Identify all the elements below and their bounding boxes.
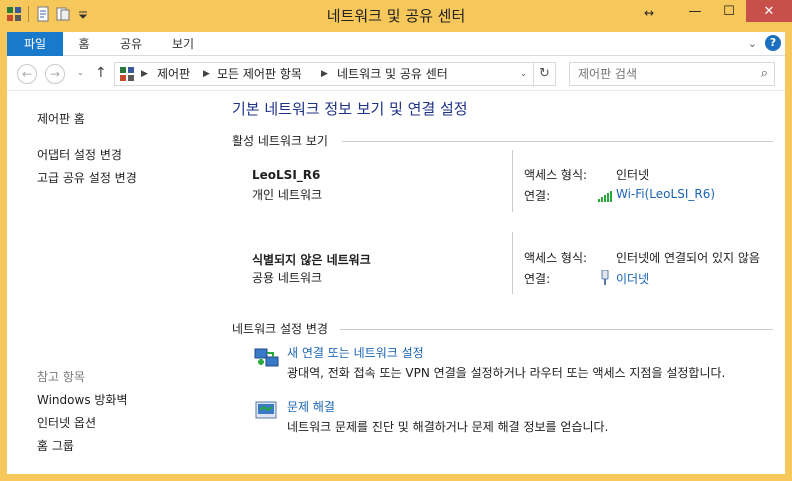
sidebar-control-panel-home[interactable]: 제어판 홈 [37, 110, 85, 127]
ethernet-connection-link[interactable]: 이더넷 [616, 270, 649, 287]
section-divider [342, 141, 773, 142]
minimize-button[interactable]: — [678, 0, 712, 22]
sidebar-change-adapter[interactable]: 어댑터 설정 변경 [37, 146, 122, 163]
search-input[interactable] [578, 66, 748, 82]
new-connection-link[interactable]: 새 연결 또는 네트워크 설정 [287, 344, 424, 361]
sidebar-windows-firewall[interactable]: Windows 방화벽 [37, 391, 128, 408]
active-networks-heading: 활성 네트워크 보기 [232, 134, 328, 148]
breadcrumb-separator[interactable]: ▶ [321, 63, 328, 85]
window-title: 네트워크 및 공유 센터 [326, 7, 466, 25]
ribbon-tabs: 파일 홈 공유 보기 ⌄ ? [7, 32, 785, 56]
troubleshoot-link[interactable]: 문제 해결 [287, 398, 335, 415]
tab-view[interactable]: 보기 [163, 32, 203, 56]
ribbon-right: ⌄ ? [748, 35, 781, 51]
network-name: 식별되지 않은 네트워크 [252, 253, 371, 267]
breadcrumb-control-panel[interactable]: 제어판 [157, 63, 190, 85]
wifi-connection-link[interactable]: Wi-Fi(LeoLSI_R6) [616, 187, 715, 201]
close-button[interactable]: ✕ [746, 0, 792, 22]
title-bar[interactable]: 네트워크 및 공유 센터 ↔ — ☐ ✕ [0, 0, 792, 32]
back-button[interactable]: ← [17, 64, 37, 84]
maximize-button[interactable]: ☐ [712, 0, 746, 22]
access-type-value: 인터넷 [616, 168, 650, 182]
breadcrumb-separator[interactable]: ▶ [203, 63, 210, 85]
search-box[interactable]: ⌕ [569, 62, 775, 86]
see-also-heading: 참고 항목 [37, 370, 85, 384]
network-category-link[interactable]: 개인 네트워크 [252, 186, 322, 203]
navigation-bar: ← → ⌄ ↑ ▶ 제어판 ▶ 모든 제어판 항목 ▶ 네트워크 및 공유 센터… [7, 57, 785, 91]
network-divider [512, 150, 513, 212]
sidebar: 제어판 홈 어댑터 설정 변경 고급 공유 설정 변경 참고 항목 Window… [7, 92, 212, 474]
window-controls: — ☐ ✕ [678, 0, 792, 22]
page-title: 기본 네트워크 정보 보기 및 연결 설정 [232, 100, 468, 118]
network-settings-heading: 네트워크 설정 변경 [232, 322, 328, 336]
recent-locations-icon[interactable]: ⌄ [77, 68, 84, 77]
connection-label: 연결: [524, 189, 551, 203]
troubleshoot-icon [255, 401, 277, 419]
sidebar-homegroup[interactable]: 홈 그룹 [37, 437, 74, 454]
window-frame-bottom [0, 474, 792, 481]
refresh-button[interactable]: ↻ [534, 62, 556, 86]
troubleshoot-description: 네트워크 문제를 진단 및 해결하거나 문제 해결 정보를 얻습니다. [287, 420, 609, 434]
window: 네트워크 및 공유 센터 ↔ — ☐ ✕ 파일 홈 공유 보기 ⌄ ? ← → … [0, 0, 792, 481]
up-button[interactable]: ↑ [95, 65, 107, 81]
address-bar[interactable]: ▶ 제어판 ▶ 모든 제어판 항목 ▶ 네트워크 및 공유 센터 [114, 62, 534, 86]
new-connection-icon [254, 348, 279, 367]
forward-button[interactable]: → [45, 64, 65, 84]
address-dropdown-icon[interactable]: ⌄ [514, 62, 534, 86]
ethernet-plug-icon [601, 270, 609, 285]
tab-home[interactable]: 홈 [69, 32, 99, 56]
resize-icon[interactable]: ↔ [644, 6, 654, 20]
control-panel-icon [120, 67, 134, 81]
tab-file[interactable]: 파일 [7, 32, 63, 56]
breadcrumb-network-center[interactable]: 네트워크 및 공유 센터 [337, 63, 448, 85]
sidebar-internet-options[interactable]: 인터넷 옵션 [37, 414, 96, 431]
network-name: LeoLSI_R6 [252, 168, 321, 182]
breadcrumb-separator[interactable]: ▶ [141, 63, 148, 85]
connection-label: 연결: [524, 272, 551, 286]
client-area: 파일 홈 공유 보기 ⌄ ? ← → ⌄ ↑ ▶ 제어판 ▶ 모든 제어판 항목… [7, 32, 785, 474]
expand-ribbon-icon[interactable]: ⌄ [748, 37, 757, 50]
network-category-link[interactable]: 공용 네트워크 [252, 269, 322, 286]
access-type-label: 액세스 형식: [524, 168, 588, 182]
wifi-signal-icon [598, 191, 612, 202]
access-type-label: 액세스 형식: [524, 251, 588, 265]
network-divider [512, 232, 513, 294]
breadcrumb-all-items[interactable]: 모든 제어판 항목 [217, 63, 302, 85]
sidebar-advanced-sharing[interactable]: 고급 공유 설정 변경 [37, 169, 137, 186]
section-divider [340, 329, 773, 330]
search-icon[interactable]: ⌕ [761, 66, 768, 81]
help-icon[interactable]: ? [765, 35, 781, 51]
tab-share[interactable]: 공유 [111, 32, 151, 56]
access-type-value: 인터넷에 연결되어 있지 않음 [616, 251, 760, 265]
main-content: 기본 네트워크 정보 보기 및 연결 설정 활성 네트워크 보기 LeoLSI_… [212, 92, 785, 474]
new-connection-description: 광대역, 전화 접속 또는 VPN 연결을 설정하거나 라우터 또는 액세스 지… [287, 366, 726, 380]
